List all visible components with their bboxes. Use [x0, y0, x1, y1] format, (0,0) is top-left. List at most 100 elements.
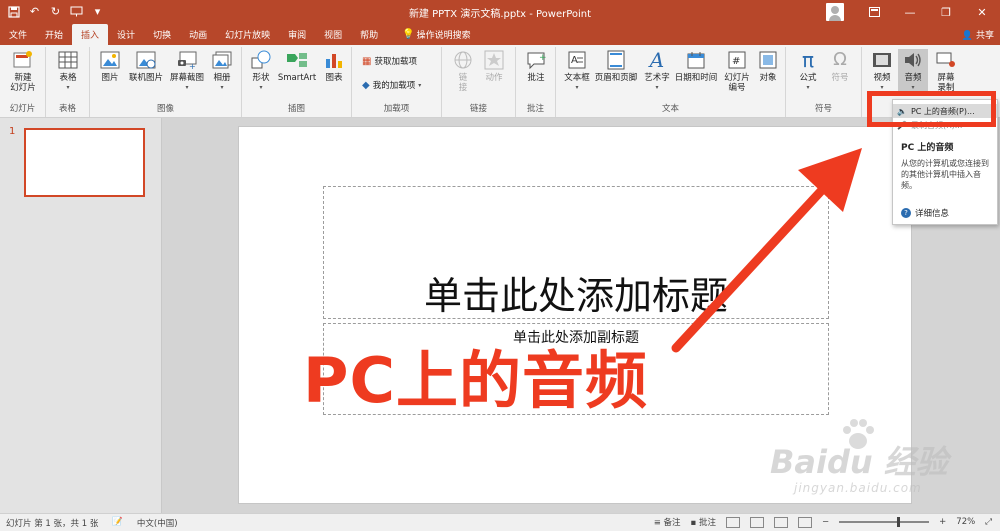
online-picture-icon: [135, 49, 157, 71]
datetime-button[interactable]: 日期和时间: [674, 49, 718, 83]
textbox-button[interactable]: A 文本框 ▾: [562, 49, 592, 93]
group-addins-label: 加载项: [383, 104, 410, 114]
datetime-label: 日期和时间: [674, 73, 718, 83]
shapes-icon: [250, 49, 272, 71]
share-label: 共享: [975, 31, 994, 41]
photo-album-button[interactable]: 相册 ▾: [208, 49, 236, 93]
group-tables: 表格 ▾ 表格: [46, 47, 90, 117]
tab-insert[interactable]: 插入: [72, 24, 109, 45]
screen-recording-icon: [935, 49, 957, 71]
slide-thumbnail[interactable]: [24, 128, 145, 197]
speaker-icon: [902, 49, 924, 71]
get-addins-label: 获取加载项: [374, 57, 417, 67]
table-button[interactable]: 表格 ▾: [54, 49, 82, 93]
more-info-link[interactable]: ? 详细信息: [901, 207, 949, 219]
share-button[interactable]: 👤 共享: [962, 28, 994, 41]
account-avatar[interactable]: [826, 3, 844, 21]
group-symbols: π 公式 ▾ Ω 符号 符号: [786, 47, 862, 117]
help-icon: ?: [901, 208, 911, 218]
tab-review[interactable]: 审阅: [279, 24, 315, 45]
svg-text:#: #: [732, 56, 740, 67]
group-text: A 文本框 ▾ 页眉和页脚 A 艺术字 ▾ 日期和时间 # 幻灯片 编号 对象 …: [556, 47, 786, 117]
action-label: 动作: [485, 73, 503, 83]
comments-status-button[interactable]: ▪ 批注: [691, 516, 716, 528]
redo-icon[interactable]: ↻: [48, 3, 63, 20]
object-button[interactable]: 对象: [754, 49, 782, 83]
title-placeholder-text: 单击此处添加标题: [423, 274, 728, 318]
tab-home[interactable]: 开始: [36, 24, 72, 45]
slide-editing-area: 单击此处添加标题 单击此处添加副标题: [163, 118, 1000, 513]
tab-file[interactable]: 文件: [0, 24, 36, 45]
video-button[interactable]: 视频 ▾: [870, 49, 894, 93]
ribbon-tabs: 文件 开始 插入 设计 切换 动画 幻灯片放映 审阅 视图 帮助 💡 操作说明搜…: [0, 24, 1000, 45]
new-slide-button[interactable]: 新建 幻灯片: [4, 49, 42, 93]
ribbon-display-options-icon[interactable]: [856, 0, 892, 24]
close-icon[interactable]: ✕: [964, 0, 1000, 24]
customize-qat-icon[interactable]: ▾: [90, 3, 105, 20]
action-button[interactable]: 动作: [480, 49, 508, 83]
tab-animations[interactable]: 动画: [180, 24, 216, 45]
zoom-out-icon[interactable]: −: [822, 517, 829, 527]
fit-to-window-icon[interactable]: ⤢: [985, 517, 992, 527]
slide-sorter-view-icon[interactable]: [750, 516, 765, 528]
header-footer-button[interactable]: 页眉和页脚: [594, 49, 638, 83]
comment-icon: +: [525, 49, 547, 71]
my-addins-icon: ◆: [362, 79, 370, 91]
quick-access-toolbar: ↶ ↻ ▾: [6, 3, 105, 20]
header-footer-label: 页眉和页脚: [594, 73, 638, 83]
tab-transitions[interactable]: 切换: [144, 24, 180, 45]
wordart-icon: A: [649, 48, 665, 72]
title-placeholder[interactable]: 单击此处添加标题: [323, 186, 829, 319]
picture-button[interactable]: 图片: [96, 49, 124, 83]
video-label: 视频: [873, 73, 891, 83]
get-addins-button[interactable]: ▦ 获取加载项: [362, 55, 417, 68]
link-button[interactable]: 链 接: [450, 49, 476, 93]
restore-icon[interactable]: ❐: [928, 0, 964, 24]
wordart-caret-icon: ▾: [655, 84, 659, 91]
symbol-label: 符号: [831, 73, 849, 83]
smartart-button[interactable]: SmartArt: [276, 49, 318, 83]
tab-slideshow[interactable]: 幻灯片放映: [216, 24, 279, 45]
group-text-label: 文本: [661, 104, 679, 114]
wordart-button[interactable]: A 艺术字 ▾: [642, 49, 672, 93]
group-comments-label: 批注: [526, 104, 544, 114]
notes-button[interactable]: ≡ 备注: [654, 516, 681, 528]
slideshow-view-icon[interactable]: [798, 516, 813, 528]
tab-design[interactable]: 设计: [108, 24, 144, 45]
screen-recording-label: 屏幕 录制: [937, 73, 955, 93]
slide-number-button[interactable]: # 幻灯片 编号: [720, 49, 754, 93]
screen-recording-button[interactable]: 屏幕 录制: [932, 49, 960, 93]
comment-button[interactable]: + 批注: [523, 49, 549, 83]
zoom-in-icon[interactable]: +: [939, 517, 946, 527]
normal-view-icon[interactable]: [726, 516, 741, 528]
tell-me-search[interactable]: 💡 操作说明搜索: [387, 24, 479, 45]
screenshot-button[interactable]: + 屏幕截图 ▾: [168, 49, 206, 93]
comments-status-icon: ▪: [690, 518, 697, 528]
zoom-slider[interactable]: [839, 517, 930, 527]
group-links-label: 链接: [469, 104, 487, 114]
textbox-label: 文本框: [564, 73, 590, 83]
my-addins-button[interactable]: ◆ 我的加载项 ▾: [362, 79, 421, 92]
tab-view[interactable]: 视图: [315, 24, 351, 45]
tab-help[interactable]: 帮助: [351, 24, 387, 45]
link-icon: [452, 49, 474, 71]
online-picture-button[interactable]: 联机图片: [126, 49, 166, 83]
minimize-icon[interactable]: —: [892, 0, 928, 24]
undo-icon[interactable]: ↶: [27, 3, 42, 20]
save-icon[interactable]: [6, 3, 21, 20]
zoom-level[interactable]: 72%: [956, 517, 975, 527]
language-status[interactable]: 中文(中国): [137, 517, 178, 529]
table-label: 表格: [59, 73, 77, 83]
shapes-button[interactable]: 形状 ▾: [248, 49, 274, 93]
spellcheck-icon[interactable]: 📝: [112, 517, 123, 529]
smartart-icon: [286, 49, 308, 71]
chart-button[interactable]: 图表: [322, 49, 346, 83]
slide-canvas[interactable]: 单击此处添加标题 单击此处添加副标题: [238, 126, 912, 504]
equation-button[interactable]: π 公式 ▾: [794, 49, 822, 93]
start-from-beginning-icon[interactable]: [69, 3, 84, 20]
symbol-button[interactable]: Ω 符号: [826, 49, 854, 84]
tell-me-label: 操作说明搜索: [416, 31, 471, 41]
photo-album-caret-icon: ▾: [220, 84, 224, 91]
reading-view-icon[interactable]: [774, 516, 789, 528]
audio-button[interactable]: 音频 ▾: [898, 49, 928, 93]
